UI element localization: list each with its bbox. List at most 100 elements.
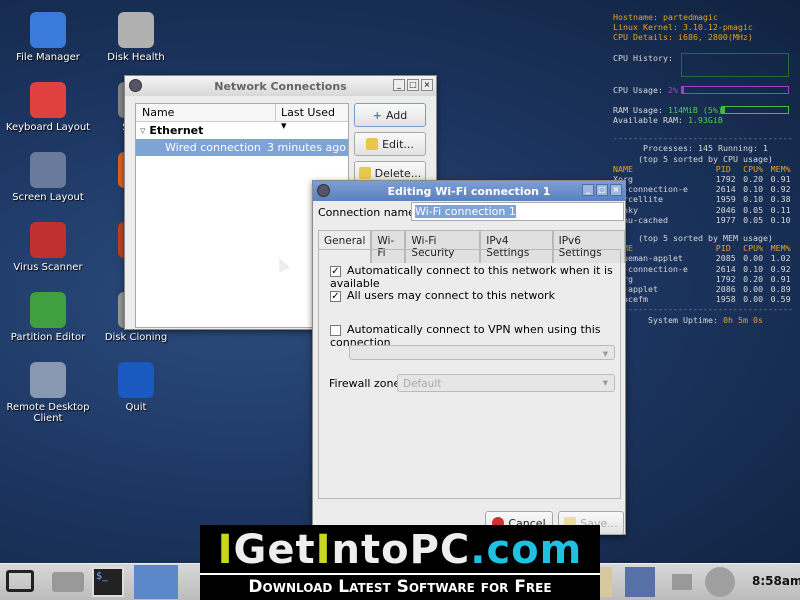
close-button[interactable]: × [610,184,622,196]
remote-desktop-client-icon [30,362,66,398]
ram-usage-bar [721,105,789,114]
cpu-process-table: NAMEPIDCPU%MEM%Xorg17920.200.91nm-connec… [613,164,798,225]
available-ram-label: Available RAM: [613,115,683,126]
desktop-icon-label: Remote Desktop Client [6,402,90,424]
hostname: partedmagic [662,12,718,22]
maximize-button[interactable]: □ [407,79,419,91]
table-row: nm-connection-e 2614 0.10 0.92 [613,184,791,195]
cpu-usage-label: CPU Usage: [613,84,663,95]
all-users-checkbox[interactable]: ✓ [330,290,341,302]
maximize-button[interactable]: □ [596,184,608,196]
drive-icon[interactable] [52,572,84,592]
group-ethernet[interactable]: ▿ Ethernet [136,122,348,139]
virus-scanner-icon [30,222,66,258]
desktop-icon[interactable]: Screen Layout [0,152,96,203]
add-button[interactable]: + Add [354,103,426,127]
table-row: conky20460.050.11 [613,204,791,215]
window-icon [317,184,330,197]
uptime: 0h 5m 0s [722,314,763,325]
window-icon [129,79,142,92]
cpu-usage: 2% [667,84,678,95]
desktop-icon[interactable]: Quit [88,362,184,413]
watermark-tagline: Download Latest Software for Free [200,573,600,597]
kernel-label: Linux Kernel: [613,22,678,33]
quit-icon [118,362,154,398]
lock-icon [358,167,371,179]
table-row: blueman-applet 2085 0.00 1.02 [613,253,791,264]
table-row: nm-applet 2086 0.00 0.89 [613,284,791,295]
firewall-zone-label: Firewall zone: [329,377,404,390]
table-row: Xorg17920.200.91 [613,273,791,284]
conky-system-monitor: Hostname: partedmagic Linux Kernel: 3.10… [613,12,798,325]
desktop-icon[interactable]: Virus Scanner [0,222,96,273]
desktop-icon[interactable]: Disk Health [88,12,184,63]
desktop-icon-label: Keyboard Layout [5,122,91,133]
ram-usage-label: RAM Usage: [613,104,663,115]
connection-row[interactable]: Wired connection 13 minutes ago [136,139,348,167]
general-tab-panel: ✓ Automatically connect to this network w… [318,249,621,499]
show-desktop-icon[interactable] [134,565,178,599]
window-title: Network Connections [214,79,347,93]
edit-button[interactable]: Edit... [354,132,426,156]
volume-icon[interactable] [705,567,735,597]
edit-connection-window: Editing Wi-Fi connection 1 _ □ × Connectio… [312,180,626,535]
process-count: Processes: 145 Running: 1 [643,143,768,154]
cpu-details: i686, 2800(MHz) [677,32,753,43]
column-last-used[interactable]: Last Used ▾ [276,104,348,132]
desktop-icon-label: Quit [125,402,147,413]
expander-icon[interactable]: ▿ [140,124,149,137]
cpu-history-graph [681,52,789,77]
connection-name-label: Connection name: [318,206,419,219]
cpu-usage-bar [681,85,789,94]
watermark-banner: IGetIntoPC.com Download Latest Software … [200,525,600,600]
plus-icon: + [372,108,382,122]
column-name[interactable]: Name [136,104,276,121]
desktop-icon-label: File Manager [16,52,80,63]
window-title: Editing Wi-Fi connection 1 [387,184,551,198]
desktop-icon-label: Virus Scanner [13,262,83,273]
cpu-history-label: CPU History: [613,52,673,63]
watermark-logo: IGetIntoPC.com [217,527,583,573]
vpn-checkbox[interactable] [330,324,341,336]
vpn-select[interactable] [349,345,615,360]
mem-process-table: NAMEPIDCPU%MEM%blueman-applet20850.001.0… [613,243,798,304]
title-bar[interactable]: Network Connections _ □ × [125,76,436,96]
ram-usage: 114MiB (5%) [667,104,723,115]
all-users-label: All users may connect to this network [347,289,555,302]
minimize-button[interactable]: _ [393,79,405,91]
table-row: parcellite 1959 0.10 0.38 [613,194,791,205]
disk-health-icon [118,12,154,48]
printer-icon[interactable] [672,574,692,590]
minimize-button[interactable]: _ [582,184,594,196]
table-header: NAMEPIDCPU%MEM% [613,243,791,254]
desktop-icon-label: Disk Cloning [104,332,168,343]
firewall-zone-select[interactable]: Default [397,374,615,392]
clock: 8:58am [752,574,800,588]
desktop-icon-label: Disk Health [107,52,165,63]
table-row: menu-cached 1977 0.05 0.10 [613,214,791,225]
table-row: nm-connection-e 2614 0.10 0.92 [613,263,791,274]
auto-connect-checkbox[interactable]: ✓ [330,265,341,277]
title-bar[interactable]: Editing Wi-Fi connection 1 _ □ × [313,181,625,201]
available-ram: 1.93GiB [687,115,723,126]
lock-icon [366,138,379,150]
file-manager-icon [30,12,66,48]
desktop-icon[interactable]: File Manager [0,12,96,63]
desktop-icon-label: Screen Layout [12,192,84,203]
screen-layout-icon [30,152,66,188]
partition-editor-icon [30,292,66,328]
menu-button[interactable] [6,570,34,592]
network-icon[interactable] [625,567,655,597]
desktop-icon-label: Partition Editor [10,332,86,343]
uptime-label: System Uptime: [648,314,718,325]
close-button[interactable]: × [421,79,433,91]
hostname-label: Hostname: [613,12,658,22]
desktop-icon[interactable]: Keyboard Layout [0,82,96,133]
desktop-icon[interactable]: Partition Editor [0,292,96,343]
desktop-icon[interactable]: Remote Desktop Client [0,362,96,424]
table-header: NAMEPIDCPU%MEM% [613,163,791,174]
terminal-icon[interactable]: $_ [92,567,124,597]
connection-name-input[interactable]: Wi-Fi connection 1 [411,202,624,221]
auto-connect-label: Automatically connect to this network wh… [330,264,613,290]
mouse-cursor-icon [273,255,291,273]
